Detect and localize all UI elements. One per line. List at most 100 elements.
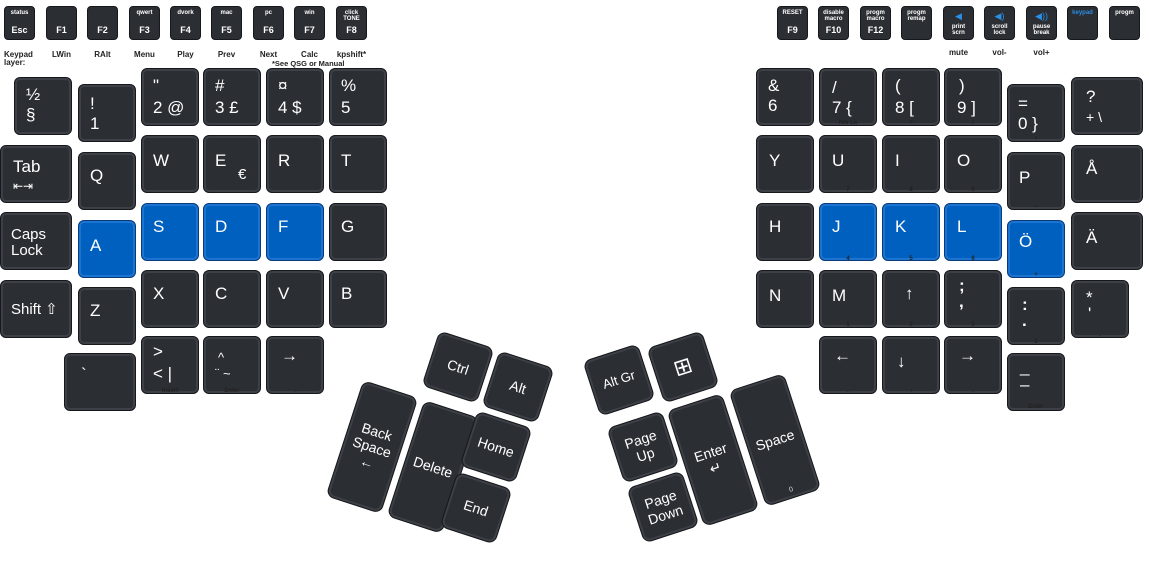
key-8[interactable]: (8 [ bbox=[882, 68, 940, 126]
key-bottom-label: ' bbox=[1088, 304, 1092, 323]
fn-key-right-7[interactable]: keypad bbox=[1067, 6, 1098, 40]
key-p[interactable]: P bbox=[1007, 152, 1065, 210]
thumb-alt[interactable]: Alt bbox=[481, 350, 555, 424]
key-up[interactable]: ↑ bbox=[882, 270, 940, 328]
key-h[interactable]: H bbox=[756, 203, 814, 261]
fn-key-left-1[interactable]: F1 bbox=[46, 6, 77, 40]
key-caps[interactable]: Caps Lock bbox=[0, 212, 72, 270]
fn-key-left-7[interactable]: win F7 bbox=[294, 6, 325, 40]
key-top-label: ! bbox=[90, 94, 95, 113]
fn-key-right-4[interactable]: print scrn ◀ bbox=[943, 6, 974, 40]
key-0[interactable]: = 0 } bbox=[1007, 84, 1065, 142]
key-y[interactable]: Y bbox=[756, 135, 814, 193]
fn-key-left-6[interactable]: pc F6 bbox=[253, 6, 284, 40]
fn-key-left-8[interactable]: click TONE F8 bbox=[336, 6, 367, 40]
fn-key-right-3[interactable]: progm remap bbox=[901, 6, 932, 40]
fn-key-left-3[interactable]: qwert F3 bbox=[129, 6, 160, 40]
fn-key-main-label: F8 bbox=[346, 25, 357, 35]
key-bottom-label: 1 bbox=[90, 114, 100, 133]
key-oe[interactable]: Ö bbox=[1007, 220, 1065, 278]
key-n[interactable]: N bbox=[756, 270, 814, 328]
key-v[interactable]: V bbox=[266, 270, 324, 328]
key-right[interactable]: → bbox=[944, 336, 1002, 394]
key-angle[interactable]: > < | bbox=[141, 336, 199, 394]
fn-key-left-5[interactable]: mac F5 bbox=[211, 6, 242, 40]
key-7[interactable]: /7 { bbox=[819, 68, 877, 126]
key-arrow-right-left[interactable]: → bbox=[266, 336, 324, 394]
key-5[interactable]: % 5 bbox=[329, 68, 387, 126]
key-semi[interactable]: ;, bbox=[944, 270, 1002, 328]
key-j[interactable]: J bbox=[819, 203, 877, 261]
fn-key-left-2[interactable]: F2 bbox=[87, 6, 118, 40]
key-6[interactable]: & 6 bbox=[756, 68, 814, 126]
key-down[interactable]: ↓ bbox=[882, 336, 940, 394]
key-x[interactable]: X bbox=[141, 270, 199, 328]
key-label: Ä bbox=[1086, 228, 1098, 247]
key-i[interactable]: I bbox=[882, 135, 940, 193]
key-s[interactable]: S bbox=[141, 203, 199, 261]
key-plus[interactable]: ? + \ bbox=[1071, 77, 1143, 135]
key-caret[interactable]: ^ ¨ ~ bbox=[203, 336, 261, 394]
key-aa[interactable]: Å bbox=[1071, 145, 1143, 203]
key-sub-insert: Insert bbox=[161, 388, 179, 394]
key-colon[interactable]: :. bbox=[1007, 287, 1065, 345]
key-shift[interactable]: Shift ⇧ bbox=[0, 280, 72, 338]
key-label: M bbox=[832, 286, 847, 305]
key-2[interactable]: " 2 @ bbox=[141, 68, 199, 126]
key-label: X bbox=[153, 284, 165, 303]
key-e[interactable]: E € bbox=[203, 135, 261, 193]
key-star[interactable]: * ' bbox=[1071, 280, 1129, 338]
key-label: U bbox=[832, 151, 845, 170]
fn-key-left-4[interactable]: dvork F4 bbox=[170, 6, 201, 40]
key-grave[interactable]: ` bbox=[64, 353, 136, 411]
fn-key-right-8[interactable]: progm bbox=[1109, 6, 1140, 40]
key-a[interactable]: A bbox=[78, 220, 136, 278]
key-l[interactable]: L bbox=[944, 203, 1002, 261]
key-z[interactable]: Z bbox=[78, 287, 136, 345]
key-ae[interactable]: Ä bbox=[1071, 212, 1143, 270]
key-4[interactable]: ¤ 4 $ bbox=[266, 68, 324, 126]
key-sub-colon: 3 bbox=[1034, 339, 1038, 345]
key-c[interactable]: C bbox=[203, 270, 261, 328]
key-g[interactable]: G bbox=[329, 203, 387, 261]
key-tab[interactable]: Tab ⇤⇥ bbox=[0, 145, 72, 203]
thumb-ctrl[interactable]: Ctrl bbox=[421, 330, 495, 404]
key-bottom-label: 3 £ bbox=[215, 98, 239, 117]
key-m[interactable]: M bbox=[819, 270, 877, 328]
key-1[interactable]: ! 1 bbox=[78, 84, 136, 142]
key-q[interactable]: Q bbox=[78, 152, 136, 210]
key-bottom-label: 5 bbox=[341, 98, 351, 117]
fn-key-left-0[interactable]: status Esc bbox=[4, 6, 35, 40]
fn-key-right-0[interactable]: RESET F9 bbox=[777, 6, 808, 40]
key-minus[interactable]: _ – bbox=[1007, 353, 1065, 411]
key-label: ` bbox=[81, 365, 87, 384]
fn-key-right-5[interactable]: scroll lock ◀) bbox=[984, 6, 1015, 40]
fn-key-right-1[interactable]: disable macro F10 bbox=[818, 6, 849, 40]
fn-key-right-2[interactable]: progm macro F12 bbox=[860, 6, 891, 40]
thumb-key-label: Page Up bbox=[622, 426, 659, 465]
thumb-key-label: Alt Gr bbox=[600, 367, 637, 392]
key-k[interactable]: K bbox=[882, 203, 940, 261]
key-3[interactable]: #3 £ bbox=[203, 68, 261, 126]
key-sub-enter: Enter bbox=[224, 388, 240, 394]
key-o[interactable]: O bbox=[944, 135, 1002, 193]
fn-key-below-label: kpshift* bbox=[336, 50, 367, 59]
fn-key-top-label: scroll lock bbox=[991, 24, 1008, 36]
key-b[interactable]: B bbox=[329, 270, 387, 328]
key-half[interactable]: ½ § bbox=[14, 77, 72, 135]
key-t[interactable]: T bbox=[329, 135, 387, 193]
key-f[interactable]: F bbox=[266, 203, 324, 261]
key-left[interactable]: ← bbox=[819, 336, 877, 394]
key-d[interactable]: D bbox=[203, 203, 261, 261]
key-w[interactable]: W bbox=[141, 135, 199, 193]
fn-key-below-label: RAlt bbox=[94, 50, 111, 59]
thumb-win[interactable]: ⊞ bbox=[646, 330, 720, 404]
thumb-altgr[interactable]: Alt Gr bbox=[582, 343, 656, 417]
thumb-pageup[interactable]: Page Up bbox=[606, 410, 680, 484]
key-label: Ö bbox=[1019, 232, 1033, 251]
key-9[interactable]: ) 9 ] bbox=[944, 68, 1002, 126]
fn-key-right-6[interactable]: pause break ◀)) bbox=[1026, 6, 1057, 40]
key-top-label: & bbox=[768, 76, 780, 95]
key-r[interactable]: R bbox=[266, 135, 324, 193]
key-u[interactable]: U bbox=[819, 135, 877, 193]
